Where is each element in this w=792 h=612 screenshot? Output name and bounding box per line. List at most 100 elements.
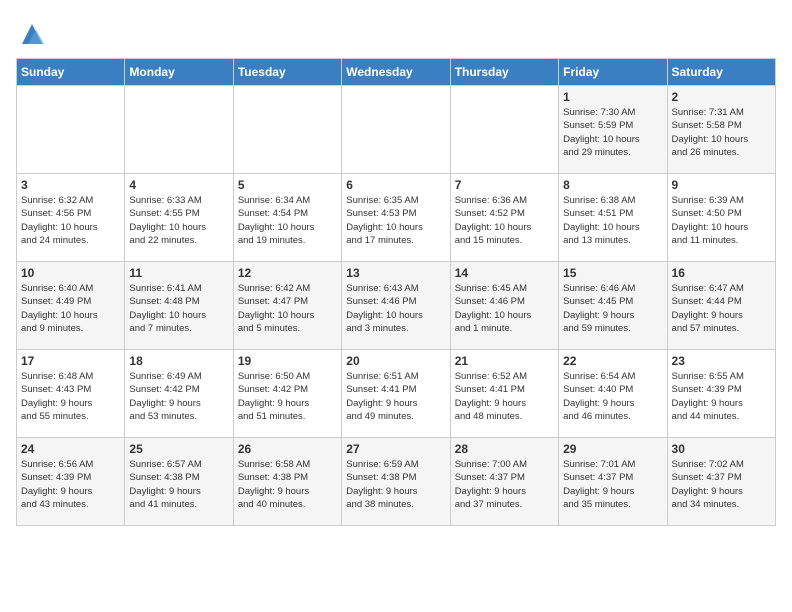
day-number: 29	[563, 442, 662, 456]
day-number: 22	[563, 354, 662, 368]
header-day-saturday: Saturday	[667, 59, 775, 86]
day-info: Sunrise: 6:42 AM Sunset: 4:47 PM Dayligh…	[238, 282, 337, 335]
calendar-cell: 19 Sunrise: 6:50 AM Sunset: 4:42 PM Dayli…	[233, 350, 341, 438]
calendar-cell	[450, 86, 558, 174]
day-info: Sunrise: 6:43 AM Sunset: 4:46 PM Dayligh…	[346, 282, 445, 335]
calendar-cell: 12 Sunrise: 6:42 AM Sunset: 4:47 PM Dayli…	[233, 262, 341, 350]
day-info: Sunrise: 6:33 AM Sunset: 4:55 PM Dayligh…	[129, 194, 228, 247]
calendar-cell: 2 Sunrise: 7:31 AM Sunset: 5:58 PM Daylig…	[667, 86, 775, 174]
day-info: Sunrise: 6:50 AM Sunset: 4:42 PM Dayligh…	[238, 370, 337, 423]
header-row: SundayMondayTuesdayWednesdayThursdayFrid…	[17, 59, 776, 86]
week-row-2: 3 Sunrise: 6:32 AM Sunset: 4:56 PM Daylig…	[17, 174, 776, 262]
day-info: Sunrise: 6:45 AM Sunset: 4:46 PM Dayligh…	[455, 282, 554, 335]
day-number: 1	[563, 90, 662, 104]
calendar-cell: 10 Sunrise: 6:40 AM Sunset: 4:49 PM Dayli…	[17, 262, 125, 350]
day-info: Sunrise: 6:47 AM Sunset: 4:44 PM Dayligh…	[672, 282, 771, 335]
calendar-table: SundayMondayTuesdayWednesdayThursdayFrid…	[16, 58, 776, 526]
day-number: 14	[455, 266, 554, 280]
logo	[16, 20, 46, 48]
header-day-sunday: Sunday	[17, 59, 125, 86]
day-info: Sunrise: 6:39 AM Sunset: 4:50 PM Dayligh…	[672, 194, 771, 247]
day-number: 2	[672, 90, 771, 104]
day-number: 13	[346, 266, 445, 280]
day-info: Sunrise: 6:56 AM Sunset: 4:39 PM Dayligh…	[21, 458, 120, 511]
week-row-5: 24 Sunrise: 6:56 AM Sunset: 4:39 PM Dayli…	[17, 438, 776, 526]
day-number: 17	[21, 354, 120, 368]
calendar-cell: 9Sunrise: 6:39 AM Sunset: 4:50 PM Daylig…	[667, 174, 775, 262]
day-info: Sunrise: 6:54 AM Sunset: 4:40 PM Dayligh…	[563, 370, 662, 423]
calendar-cell	[342, 86, 450, 174]
calendar-cell: 23 Sunrise: 6:55 AM Sunset: 4:39 PM Dayli…	[667, 350, 775, 438]
day-info: Sunrise: 6:49 AM Sunset: 4:42 PM Dayligh…	[129, 370, 228, 423]
day-number: 19	[238, 354, 337, 368]
day-info: Sunrise: 6:57 AM Sunset: 4:38 PM Dayligh…	[129, 458, 228, 511]
day-number: 15	[563, 266, 662, 280]
day-info: Sunrise: 6:55 AM Sunset: 4:39 PM Dayligh…	[672, 370, 771, 423]
day-info: Sunrise: 6:36 AM Sunset: 4:52 PM Dayligh…	[455, 194, 554, 247]
day-number: 16	[672, 266, 771, 280]
day-number: 3	[21, 178, 120, 192]
week-row-3: 10 Sunrise: 6:40 AM Sunset: 4:49 PM Dayli…	[17, 262, 776, 350]
day-number: 4	[129, 178, 228, 192]
day-number: 10	[21, 266, 120, 280]
calendar-cell: 29 Sunrise: 7:01 AM Sunset: 4:37 PM Dayli…	[559, 438, 667, 526]
header-day-tuesday: Tuesday	[233, 59, 341, 86]
day-number: 12	[238, 266, 337, 280]
calendar-cell: 21Sunrise: 6:52 AM Sunset: 4:41 PM Dayli…	[450, 350, 558, 438]
calendar-cell: 16 Sunrise: 6:47 AM Sunset: 4:44 PM Dayli…	[667, 262, 775, 350]
day-number: 24	[21, 442, 120, 456]
calendar-cell: 14 Sunrise: 6:45 AM Sunset: 4:46 PM Dayli…	[450, 262, 558, 350]
day-number: 6	[346, 178, 445, 192]
calendar-cell: 5 Sunrise: 6:34 AM Sunset: 4:54 PM Daylig…	[233, 174, 341, 262]
day-number: 7	[455, 178, 554, 192]
day-number: 25	[129, 442, 228, 456]
day-number: 27	[346, 442, 445, 456]
calendar-cell: 3 Sunrise: 6:32 AM Sunset: 4:56 PM Daylig…	[17, 174, 125, 262]
calendar-cell: 11 Sunrise: 6:41 AM Sunset: 4:48 PM Dayli…	[125, 262, 233, 350]
calendar-cell: 13 Sunrise: 6:43 AM Sunset: 4:46 PM Dayli…	[342, 262, 450, 350]
calendar-cell: 18 Sunrise: 6:49 AM Sunset: 4:42 PM Dayli…	[125, 350, 233, 438]
calendar-cell: 20 Sunrise: 6:51 AM Sunset: 4:41 PM Dayli…	[342, 350, 450, 438]
calendar-cell: 17 Sunrise: 6:48 AM Sunset: 4:43 PM Dayli…	[17, 350, 125, 438]
calendar-cell	[125, 86, 233, 174]
day-info: Sunrise: 6:32 AM Sunset: 4:56 PM Dayligh…	[21, 194, 120, 247]
header-day-thursday: Thursday	[450, 59, 558, 86]
calendar-cell: 4 Sunrise: 6:33 AM Sunset: 4:55 PM Daylig…	[125, 174, 233, 262]
calendar-cell: 15 Sunrise: 6:46 AM Sunset: 4:45 PM Dayli…	[559, 262, 667, 350]
calendar-cell	[233, 86, 341, 174]
day-info: Sunrise: 6:34 AM Sunset: 4:54 PM Dayligh…	[238, 194, 337, 247]
day-info: Sunrise: 6:46 AM Sunset: 4:45 PM Dayligh…	[563, 282, 662, 335]
day-info: Sunrise: 6:40 AM Sunset: 4:49 PM Dayligh…	[21, 282, 120, 335]
day-number: 28	[455, 442, 554, 456]
day-number: 21	[455, 354, 554, 368]
day-number: 8	[563, 178, 662, 192]
day-number: 11	[129, 266, 228, 280]
day-info: Sunrise: 7:00 AM Sunset: 4:37 PM Dayligh…	[455, 458, 554, 511]
day-info: Sunrise: 6:48 AM Sunset: 4:43 PM Dayligh…	[21, 370, 120, 423]
header-day-friday: Friday	[559, 59, 667, 86]
day-info: Sunrise: 6:38 AM Sunset: 4:51 PM Dayligh…	[563, 194, 662, 247]
calendar-cell: 22 Sunrise: 6:54 AM Sunset: 4:40 PM Dayli…	[559, 350, 667, 438]
day-number: 18	[129, 354, 228, 368]
header-day-wednesday: Wednesday	[342, 59, 450, 86]
week-row-1: 1Sunrise: 7:30 AM Sunset: 5:59 PM Daylig…	[17, 86, 776, 174]
calendar-cell	[17, 86, 125, 174]
calendar-header: SundayMondayTuesdayWednesdayThursdayFrid…	[17, 59, 776, 86]
day-info: Sunrise: 7:31 AM Sunset: 5:58 PM Dayligh…	[672, 106, 771, 159]
calendar-cell: 28 Sunrise: 7:00 AM Sunset: 4:37 PM Dayli…	[450, 438, 558, 526]
day-info: Sunrise: 6:51 AM Sunset: 4:41 PM Dayligh…	[346, 370, 445, 423]
day-number: 20	[346, 354, 445, 368]
calendar-cell: 26Sunrise: 6:58 AM Sunset: 4:38 PM Dayli…	[233, 438, 341, 526]
calendar-cell: 8 Sunrise: 6:38 AM Sunset: 4:51 PM Daylig…	[559, 174, 667, 262]
logo-icon	[18, 20, 46, 48]
day-info: Sunrise: 6:59 AM Sunset: 4:38 PM Dayligh…	[346, 458, 445, 511]
day-number: 23	[672, 354, 771, 368]
header-day-monday: Monday	[125, 59, 233, 86]
calendar-cell: 25 Sunrise: 6:57 AM Sunset: 4:38 PM Dayli…	[125, 438, 233, 526]
page-header	[16, 16, 776, 48]
day-info: Sunrise: 6:41 AM Sunset: 4:48 PM Dayligh…	[129, 282, 228, 335]
day-info: Sunrise: 7:02 AM Sunset: 4:37 PM Dayligh…	[672, 458, 771, 511]
day-number: 5	[238, 178, 337, 192]
day-info: Sunrise: 6:58 AM Sunset: 4:38 PM Dayligh…	[238, 458, 337, 511]
day-info: Sunrise: 7:01 AM Sunset: 4:37 PM Dayligh…	[563, 458, 662, 511]
